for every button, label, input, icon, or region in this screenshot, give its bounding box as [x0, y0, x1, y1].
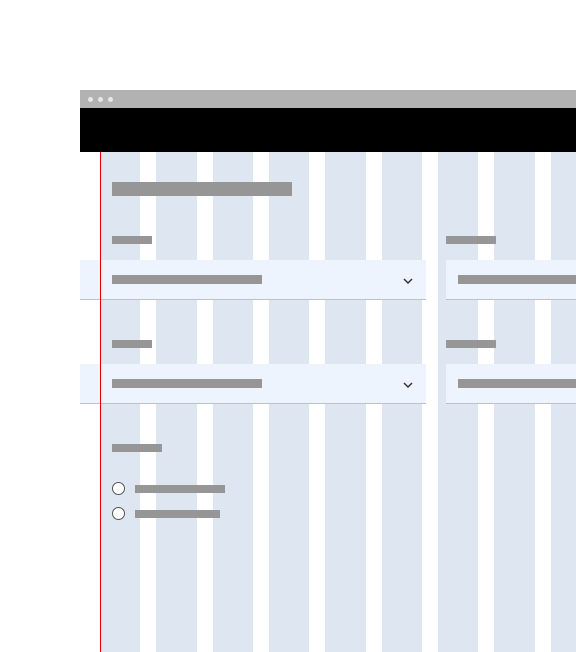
select-field[interactable]: [80, 364, 426, 404]
form-cell: [446, 236, 576, 300]
field-label: [112, 236, 152, 244]
window-zoom-icon[interactable]: [108, 97, 113, 102]
radio-option[interactable]: [112, 507, 576, 520]
text-field[interactable]: [446, 260, 576, 300]
form-cell: [112, 340, 426, 404]
window-titlebar: [80, 90, 576, 108]
chevron-down-icon: [402, 274, 414, 286]
chevron-down-icon: [402, 378, 414, 390]
page-content: [80, 152, 576, 652]
app-header-bar: [80, 108, 576, 152]
alignment-guide: [100, 152, 101, 652]
form-cell: [112, 236, 426, 300]
radio-label: [135, 510, 220, 518]
radio-group: [112, 444, 576, 520]
field-value: [112, 275, 262, 284]
select-field[interactable]: [80, 260, 426, 300]
form-row: [112, 236, 576, 300]
radio-icon: [112, 507, 125, 520]
field-value: [458, 379, 576, 388]
window-close-icon[interactable]: [88, 97, 93, 102]
field-value: [112, 379, 262, 388]
radio-option[interactable]: [112, 482, 576, 495]
radio-icon: [112, 482, 125, 495]
field-label: [112, 340, 152, 348]
radio-group-label: [112, 444, 162, 452]
form-cell: [446, 340, 576, 404]
form-row: [112, 340, 576, 404]
browser-window: [80, 90, 576, 652]
field-value: [458, 275, 576, 284]
radio-label: [135, 485, 225, 493]
field-label: [446, 236, 496, 244]
text-field[interactable]: [446, 364, 576, 404]
form-heading: [112, 182, 292, 196]
window-minimize-icon[interactable]: [98, 97, 103, 102]
field-label: [446, 340, 496, 348]
